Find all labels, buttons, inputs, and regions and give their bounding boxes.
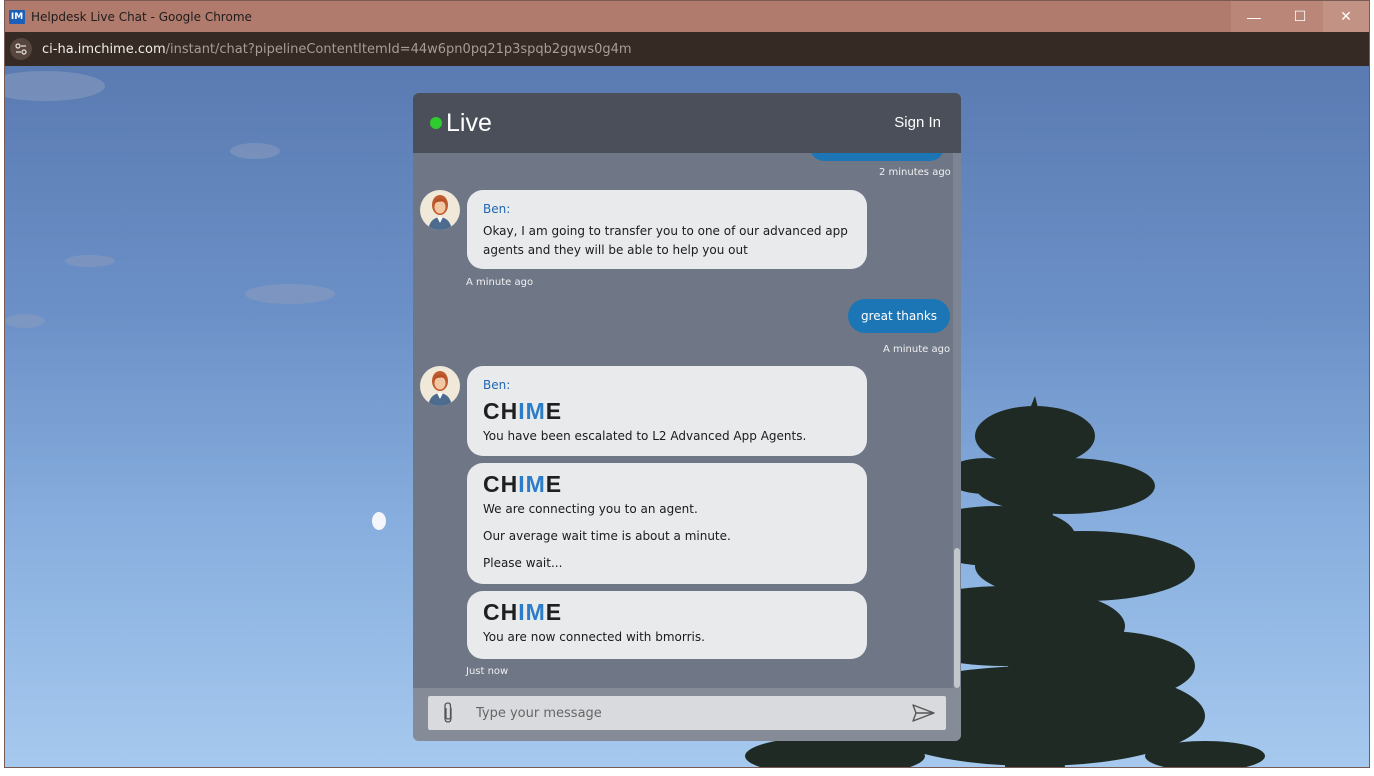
- chime-logo: CHIME: [483, 471, 563, 497]
- sender-name: Ben:: [483, 202, 511, 216]
- chime-logo: CHIME: [483, 398, 563, 424]
- address-bar: ci-ha.imchime.com/instant/chat?pipelineC…: [5, 32, 1369, 66]
- agent-avatar: [420, 366, 460, 406]
- sender-name: Ben:: [483, 378, 511, 392]
- chime-logo: CHIME: [483, 599, 563, 625]
- url-path: /instant/chat?pipelineContentItemId=44w6…: [165, 41, 632, 57]
- maximize-button[interactable]: ☐: [1277, 1, 1323, 32]
- send-icon[interactable]: [912, 703, 936, 728]
- scrollbar-thumb[interactable]: [954, 548, 960, 688]
- chat-header: Live Sign In: [413, 93, 961, 153]
- system-message-bubble: CHIME We are connecting you to an agent.…: [467, 463, 867, 584]
- close-button[interactable]: ✕: [1323, 1, 1369, 32]
- live-status-icon: [430, 117, 442, 129]
- message-list[interactable]: 2 minutes ago Ben: Okay, I am going to t…: [413, 153, 961, 688]
- app-icon: IM: [9, 9, 25, 24]
- message-timestamp: 2 minutes ago: [879, 167, 951, 178]
- message-text: You are now connected with bmorris.: [483, 630, 705, 644]
- window-title: Helpdesk Live Chat - Google Chrome: [31, 9, 252, 24]
- message-line: Our average wait time is about a minute.: [483, 529, 731, 543]
- message-timestamp: A minute ago: [466, 277, 534, 288]
- message-line: We are connecting you to an agent.: [483, 502, 698, 516]
- browser-window: IM Helpdesk Live Chat - Google Chrome — …: [4, 0, 1370, 768]
- system-message-bubble: CHIME You are now connected with bmorris…: [467, 591, 867, 659]
- message-text: Okay, I am going to transfer you to one …: [483, 224, 848, 257]
- message-text: You have been escalated to L2 Advanced A…: [483, 429, 807, 443]
- url-text[interactable]: ci-ha.imchime.com/instant/chat?pipelineC…: [42, 42, 632, 57]
- incoming-message-bubble: Ben: CHIME You have been escalated to L2…: [467, 366, 867, 456]
- agent-avatar-icon: [428, 371, 452, 406]
- live-status-label: Live: [446, 108, 492, 137]
- message-line: Please wait...: [483, 556, 563, 570]
- message-timestamp: Just now: [466, 666, 509, 677]
- message-scrollbar[interactable]: [953, 153, 961, 688]
- attach-icon[interactable]: [438, 702, 458, 724]
- site-info-icon[interactable]: [10, 38, 32, 60]
- agent-avatar: [420, 190, 460, 230]
- url-host: ci-ha.imchime.com: [42, 41, 166, 57]
- incoming-message-bubble: Ben: Okay, I am going to transfer you to…: [467, 190, 867, 269]
- message-text: great thanks: [861, 309, 938, 323]
- sign-in-link[interactable]: Sign In: [894, 114, 941, 131]
- minimize-button[interactable]: —: [1231, 1, 1277, 32]
- chat-widget: Live Sign In 2 minutes ago Ben: Okay, I …: [413, 93, 961, 741]
- agent-avatar-icon: [428, 195, 452, 230]
- background-photo: Live Sign In 2 minutes ago Ben: Okay, I …: [5, 66, 1369, 767]
- window-controls: — ☐ ✕: [1231, 1, 1369, 32]
- message-input-wrapper: [428, 696, 946, 730]
- message-input[interactable]: [476, 705, 896, 721]
- message-composer: [413, 688, 961, 741]
- message-timestamp: A minute ago: [883, 344, 951, 355]
- outgoing-message-bubble: great thanks: [848, 299, 951, 333]
- outgoing-message-bubble: [810, 153, 944, 161]
- title-bar: IM Helpdesk Live Chat - Google Chrome — …: [5, 1, 1369, 32]
